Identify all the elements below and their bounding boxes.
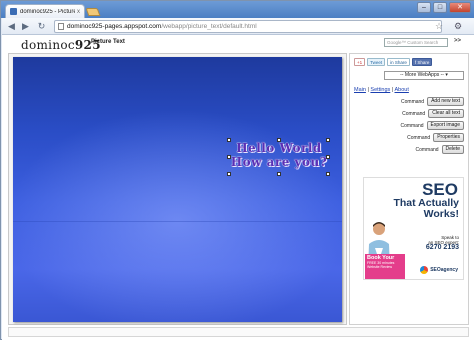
ad-book-box[interactable]: Book Your FREE 30 minutes Website Review — [365, 254, 405, 279]
resize-handle-e[interactable] — [326, 155, 330, 159]
search-button[interactable]: >> — [454, 38, 461, 44]
page-icon — [58, 23, 64, 30]
canvas-panel: Hello World How are you? — [8, 53, 347, 325]
command-row: Command Clear all text — [402, 109, 464, 118]
site-logo[interactable]: dominoc925 — [21, 38, 101, 52]
command-label: Command — [402, 110, 426, 117]
command-label: Command — [400, 122, 424, 129]
back-button[interactable]: ◀ — [6, 21, 17, 32]
command-label: Command — [407, 134, 431, 141]
nav-links: Main | Settings | About — [354, 87, 409, 93]
overlay-text[interactable]: Hello World How are you? — [230, 141, 328, 169]
overlay-line-1: Hello World — [236, 141, 322, 155]
resize-handle-nw[interactable] — [227, 138, 231, 142]
clear-all-text-button[interactable]: Clear all text — [428, 109, 464, 118]
command-label: Command — [401, 98, 425, 105]
ad-brand-name: SEOagency — [430, 267, 458, 273]
delete-button[interactable]: Delete — [441, 145, 464, 154]
tab-title: dominoc925 - Picture Text — [20, 8, 75, 15]
share-buttons: +1 Tweet in Share f Share — [354, 58, 433, 66]
favicon-icon — [10, 8, 17, 15]
ad-book-line-2: Website Review — [367, 265, 393, 269]
close-window-button[interactable]: ✕ — [449, 2, 471, 13]
command-row: Command Delete — [415, 145, 464, 154]
tab-strip: dominoc925 - Picture Text x – □ ✕ — [1, 1, 474, 18]
command-label: Command — [415, 146, 439, 153]
ad-headline: That Actually Works! — [393, 197, 459, 220]
side-panel: +1 Tweet in Share f Share -- More WebApp… — [349, 53, 469, 325]
url-path: /webapp/picture_text/default.html — [161, 23, 257, 30]
linkedin-share-button[interactable]: in Share — [387, 58, 410, 66]
custom-search-input[interactable]: Google™ Custom Search — [384, 38, 448, 47]
add-new-text-button[interactable]: Add new text — [427, 97, 464, 106]
maximize-button[interactable]: □ — [433, 2, 447, 13]
window-controls: – □ ✕ — [417, 2, 471, 13]
resize-handle-w[interactable] — [227, 155, 231, 159]
main-link[interactable]: Main — [354, 87, 366, 93]
command-row: Command Properties — [407, 133, 464, 142]
browser-window: dominoc925 - Picture Text x – □ ✕ ◀ ▶ ↻ … — [0, 0, 474, 340]
picture-canvas[interactable]: Hello World How are you? — [13, 57, 342, 322]
seoagency-logo-icon — [420, 266, 429, 274]
resize-handle-n[interactable] — [277, 138, 281, 142]
export-image-button[interactable]: Export image — [426, 121, 464, 130]
footer-strip — [8, 327, 469, 337]
tab-close-icon[interactable]: x — [77, 9, 80, 15]
resize-handle-se[interactable] — [326, 172, 330, 176]
page-title: Picture Text — [91, 39, 125, 45]
resize-handle-s[interactable] — [277, 172, 281, 176]
command-row: Command Export image — [400, 121, 464, 130]
command-row: Command Add new text — [401, 97, 464, 106]
text-selection-box[interactable]: Hello World How are you? — [227, 138, 330, 176]
address-bar[interactable]: dominoc925-pages.appspot.com /webapp/pic… — [54, 20, 442, 33]
forward-button[interactable]: ▶ — [20, 21, 31, 32]
logo-text: dominoc — [21, 38, 75, 52]
resize-handle-ne[interactable] — [326, 138, 330, 142]
properties-button[interactable]: Properties — [433, 133, 464, 142]
page-content: dominoc925 Picture Text Google™ Custom S… — [2, 35, 474, 340]
seo-advertisement[interactable]: SEO That Actually Works! Speak to an SEO… — [363, 177, 464, 280]
more-webapps-select[interactable]: -- More WebApps -- ▾ — [384, 71, 464, 80]
new-tab-button[interactable] — [85, 8, 101, 16]
reload-button[interactable]: ↻ — [36, 21, 47, 32]
facebook-share-button[interactable]: f Share — [411, 58, 433, 66]
url-host: dominoc925-pages.appspot.com — [67, 23, 162, 30]
ad-phone-number: 6270 2193 — [425, 244, 459, 251]
ad-brand: SEOagency — [420, 266, 458, 274]
overlay-line-2: How are you? — [230, 155, 328, 169]
minimize-button[interactable]: – — [417, 2, 431, 13]
webapps-select-value: -- More WebApps -- — [400, 72, 444, 78]
wrench-menu-icon[interactable]: ⚙ — [454, 21, 462, 32]
google-plus-button[interactable]: +1 — [354, 58, 366, 66]
browser-toolbar: ◀ ▶ ↻ dominoc925-pages.appspot.com /weba… — [2, 18, 474, 35]
tweet-button[interactable]: Tweet — [367, 58, 386, 66]
horizon-line — [13, 221, 342, 222]
tab-picture-text[interactable]: dominoc925 - Picture Text x — [5, 4, 85, 18]
settings-link[interactable]: Settings — [370, 87, 390, 93]
resize-handle-sw[interactable] — [227, 172, 231, 176]
bookmark-star-icon[interactable]: ☆ — [435, 21, 443, 32]
about-link[interactable]: About — [394, 87, 408, 93]
